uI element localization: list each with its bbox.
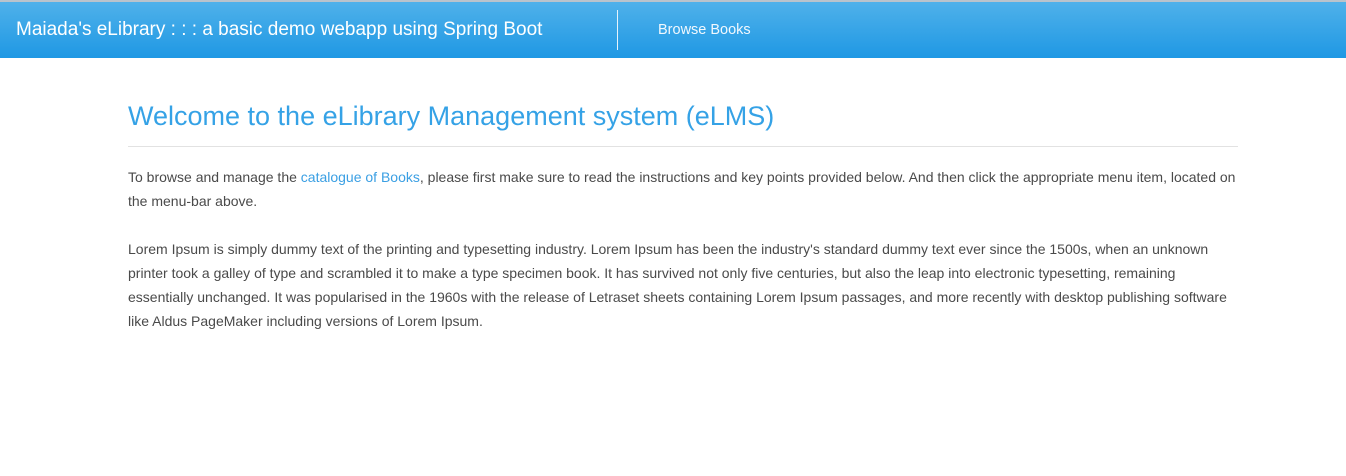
nav-browse-books[interactable]: Browse Books bbox=[658, 22, 751, 38]
navbar: Maiada's eLibrary : : : a basic demo web… bbox=[0, 0, 1346, 58]
page-title: Welcome to the eLibrary Management syste… bbox=[128, 96, 1238, 147]
lorem-paragraph: Lorem Ipsum is simply dummy text of the … bbox=[128, 241, 1227, 329]
main-content: Welcome to the eLibrary Management syste… bbox=[128, 96, 1238, 333]
brand-link[interactable]: Maiada's eLibrary : : : a basic demo web… bbox=[16, 19, 602, 41]
catalogue-link[interactable]: catalogue of Books bbox=[301, 169, 420, 185]
navbar-divider bbox=[617, 10, 618, 50]
intro-paragraph: To browse and manage the catalogue of Bo… bbox=[128, 165, 1238, 213]
intro-text-before: To browse and manage the bbox=[128, 169, 301, 185]
